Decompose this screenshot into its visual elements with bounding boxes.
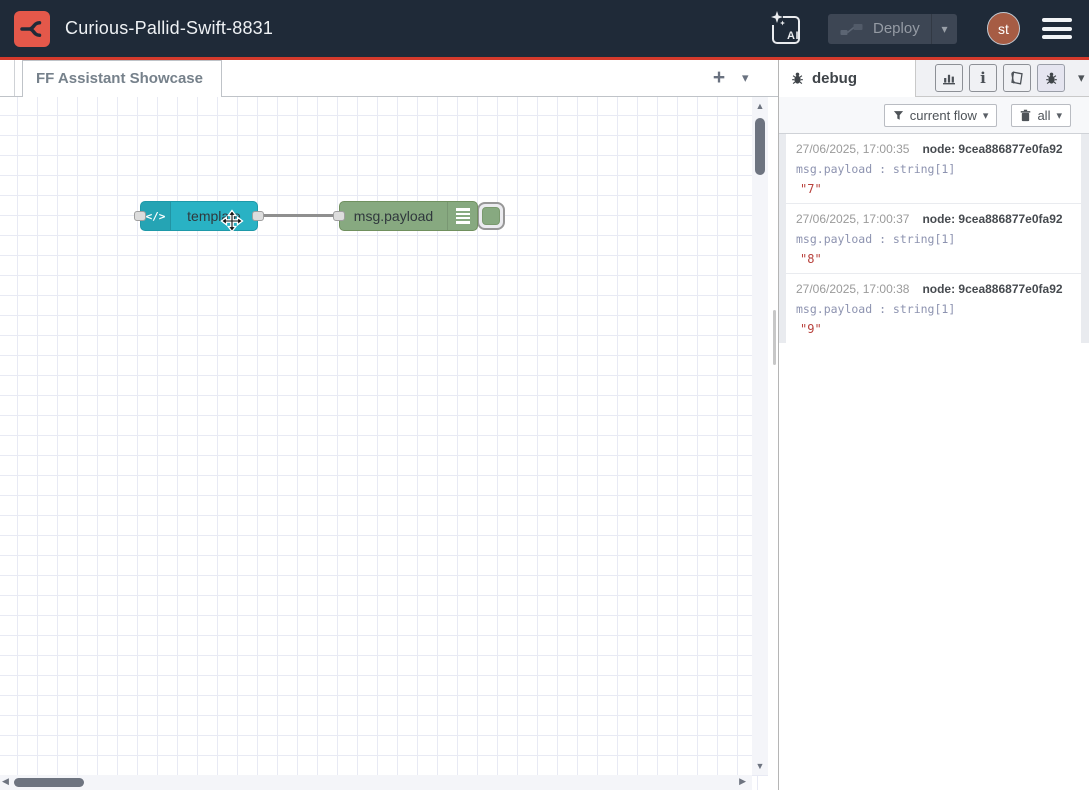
payload-property[interactable]: msg.payload : string[1] xyxy=(796,159,1071,179)
node-id: node: 9cea886877e0fa92 xyxy=(922,282,1062,296)
node-red-editor: Curious-Pallid-Swift-8831 AI Deploy xyxy=(0,0,1089,790)
payload-value: "8" xyxy=(796,249,1071,269)
chevron-down-icon: ▾ xyxy=(941,23,947,35)
node-id: node: 9cea886877e0fa92 xyxy=(922,212,1062,226)
debug-enable-toggle[interactable] xyxy=(477,202,505,230)
hamburger-bar xyxy=(1042,27,1072,31)
ai-assistant-button[interactable]: AI xyxy=(768,10,804,48)
debug-message-meta: 27/06/2025, 17:00:38 node: 9cea886877e0fa… xyxy=(796,279,1071,299)
node-id: node: 9cea886877e0fa92 xyxy=(922,142,1062,156)
chevron-down-icon: ▾ xyxy=(1056,109,1062,122)
user-avatar[interactable]: st xyxy=(987,12,1020,45)
page-title: Curious-Pallid-Swift-8831 xyxy=(65,18,273,39)
wire-template-to-debug[interactable] xyxy=(259,214,341,217)
debug-toolbar: current flow ▾ all ▾ xyxy=(779,97,1089,134)
payload-property[interactable]: msg.payload : string[1] xyxy=(796,229,1071,249)
info-tab-button[interactable]: i xyxy=(969,64,997,92)
canvas-horizontal-scrollbar[interactable]: ◀ ▶ xyxy=(0,775,752,790)
scroll-left-arrow-icon[interactable]: ◀ xyxy=(2,776,9,787)
horizontal-scroll-thumb[interactable] xyxy=(14,778,84,787)
funnel-icon xyxy=(893,110,904,121)
debug-tab-button[interactable] xyxy=(1037,64,1065,92)
debug-message[interactable]: 27/06/2025, 17:00:35 node: 9cea886877e0fa… xyxy=(786,134,1081,203)
bug-icon xyxy=(1044,71,1059,86)
help-tab-button[interactable] xyxy=(1003,64,1031,92)
add-flow-button[interactable]: + xyxy=(706,65,732,91)
template-output-port[interactable] xyxy=(252,211,264,221)
main-menu-button[interactable] xyxy=(1042,18,1072,39)
tab-ff-assistant-showcase[interactable]: FF Assistant Showcase xyxy=(22,60,222,98)
scroll-down-arrow-icon[interactable]: ▼ xyxy=(752,761,768,771)
debug-message-meta: 27/06/2025, 17:00:35 node: 9cea886877e0fa… xyxy=(796,139,1071,159)
sidebar-tabs-chevron-down-icon[interactable]: ▾ xyxy=(1078,70,1085,86)
debug-toggle-state xyxy=(482,207,500,225)
debug-clear-button[interactable]: all ▾ xyxy=(1011,104,1071,127)
bar-chart-icon xyxy=(941,70,957,86)
canvas-vertical-scrollbar[interactable]: ▲ ▼ xyxy=(752,97,768,775)
payload-property[interactable]: msg.payload : string[1] xyxy=(796,299,1071,319)
deploy-button[interactable]: Deploy ▾ xyxy=(828,14,957,44)
sidebar: debug i xyxy=(778,60,1089,790)
sidebar-splitter-handle[interactable] xyxy=(773,310,776,365)
hamburger-bar xyxy=(1042,35,1072,39)
ai-button-label: AI xyxy=(787,30,799,42)
chevron-down-icon: ▾ xyxy=(983,109,989,122)
info-icon: i xyxy=(980,69,986,87)
vertical-scroll-thumb[interactable] xyxy=(755,118,765,175)
workspace-tabbar: FF Assistant Showcase + ▾ xyxy=(0,60,778,97)
timestamp: 27/06/2025, 17:00:35 xyxy=(796,142,909,156)
debug-message[interactable]: 27/06/2025, 17:00:38 node: 9cea886877e0fa… xyxy=(786,274,1081,343)
flow-list-chevron-down-icon[interactable]: ▾ xyxy=(742,70,749,86)
debug-list-icon xyxy=(447,202,477,230)
debug-input-port[interactable] xyxy=(333,211,345,221)
node-debug[interactable]: msg.payload xyxy=(339,201,478,231)
trash-icon xyxy=(1020,109,1031,122)
header-actions: AI Deploy ▾ st xyxy=(768,0,1089,57)
flowfuse-logo-icon[interactable] xyxy=(14,11,50,47)
timestamp: 27/06/2025, 17:00:38 xyxy=(796,282,909,296)
dashboard-chart-tab-button[interactable] xyxy=(935,64,963,92)
header: Curious-Pallid-Swift-8831 AI Deploy xyxy=(0,0,1089,57)
scroll-right-arrow-icon[interactable]: ▶ xyxy=(739,776,746,787)
clear-button-label: all xyxy=(1037,108,1050,123)
tab-debug[interactable]: debug xyxy=(779,60,916,97)
filter-button-label: current flow xyxy=(910,108,977,123)
node-template[interactable]: </> template xyxy=(140,201,258,231)
debug-message[interactable]: 27/06/2025, 17:00:37 node: 9cea886877e0fa… xyxy=(786,204,1081,273)
debug-tab-label: debug xyxy=(812,70,857,87)
flow-canvas[interactable]: </> template msg.payload xyxy=(0,97,768,790)
book-icon xyxy=(1009,70,1025,86)
debug-message-list[interactable]: 27/06/2025, 17:00:35 node: 9cea886877e0fa… xyxy=(779,134,1089,343)
ai-sparkle-icon xyxy=(768,10,804,48)
sidebar-tab-icons: i ▾ xyxy=(935,64,1085,92)
tabbar-left-divider xyxy=(14,60,15,96)
template-input-port[interactable] xyxy=(134,211,146,221)
payload-value: "7" xyxy=(796,179,1071,199)
timestamp: 27/06/2025, 17:00:37 xyxy=(796,212,909,226)
debug-message-meta: 27/06/2025, 17:00:37 node: 9cea886877e0fa… xyxy=(796,209,1071,229)
deploy-nodes-icon xyxy=(840,22,863,36)
payload-value: "9" xyxy=(796,319,1071,339)
hamburger-bar xyxy=(1042,18,1072,22)
scroll-up-arrow-icon[interactable]: ▲ xyxy=(752,101,768,111)
deploy-options-button[interactable]: ▾ xyxy=(931,14,957,44)
node-label: msg.payload xyxy=(340,208,447,224)
bug-icon xyxy=(790,71,805,86)
debug-filter-button[interactable]: current flow ▾ xyxy=(884,104,998,127)
logo-branch-glyph xyxy=(17,14,47,44)
node-label: template xyxy=(171,208,257,224)
sidebar-tabstrip: debug i xyxy=(779,60,1089,97)
deploy-button-label: Deploy xyxy=(873,20,931,37)
